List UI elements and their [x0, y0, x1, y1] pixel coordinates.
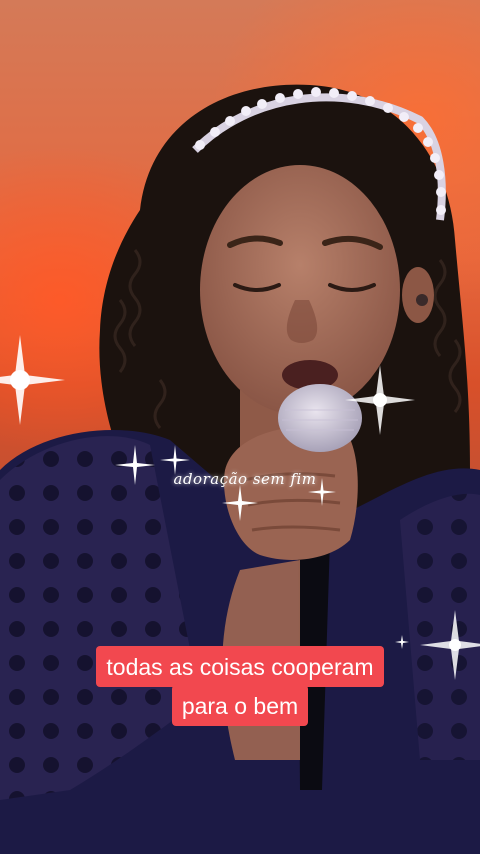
video-frame[interactable]: adoração sem fim todas as coisas coopera…: [0, 0, 480, 854]
caption-line-2: para o bem: [171, 685, 309, 726]
lyric-caption: todas as coisas cooperam para o bem: [0, 646, 480, 726]
caption-line-1: todas as coisas cooperam: [96, 646, 384, 687]
watermark-text: adoração sem fim: [173, 470, 317, 488]
